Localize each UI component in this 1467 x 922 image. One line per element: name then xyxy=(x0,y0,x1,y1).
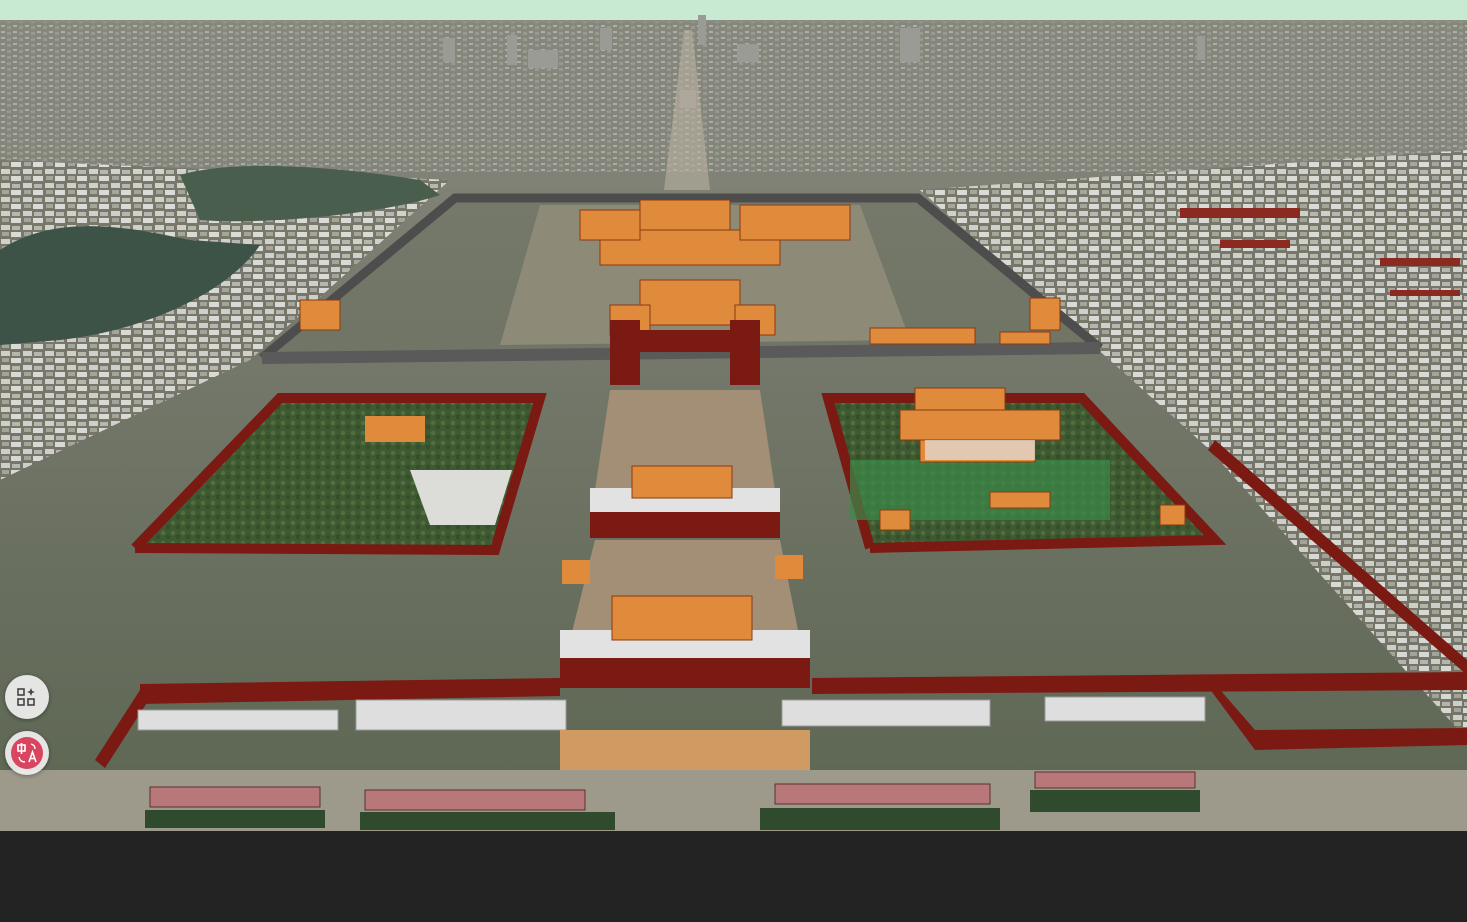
map-3d-view[interactable] xyxy=(0,0,1467,831)
sky xyxy=(0,0,1467,22)
bottom-bar xyxy=(0,831,1467,922)
language-button[interactable] xyxy=(5,731,49,775)
map-canvas[interactable] xyxy=(0,0,1467,831)
grid-sparkle-icon xyxy=(17,688,35,706)
widget-button[interactable] xyxy=(5,675,49,719)
far-city xyxy=(0,22,1467,172)
translate-icon xyxy=(11,737,43,769)
